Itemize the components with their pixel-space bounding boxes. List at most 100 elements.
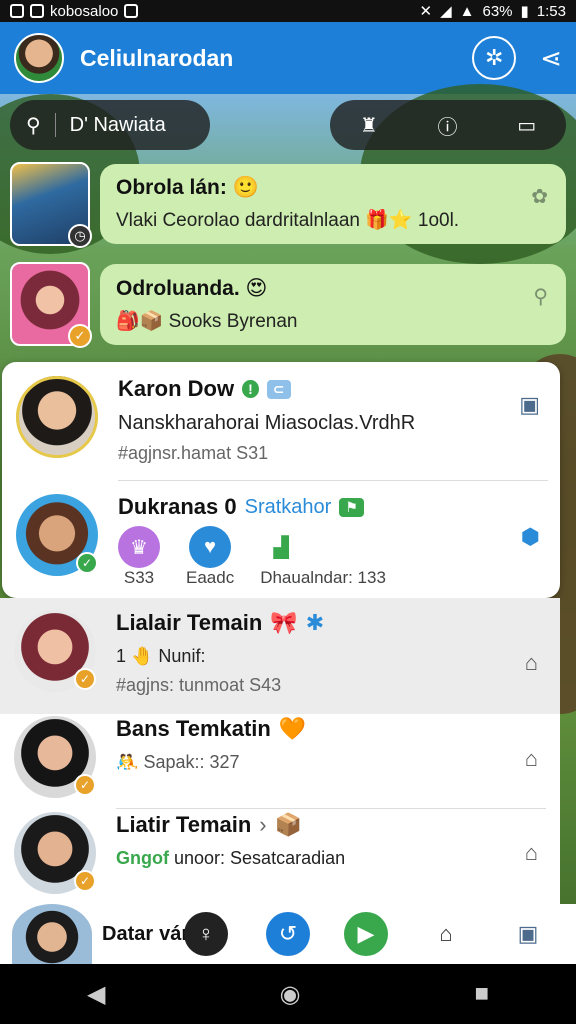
heart-icon: 🧡: [278, 716, 307, 741]
search-label: D' Nawiata: [69, 113, 166, 136]
verified-badge-icon: ✓: [74, 774, 96, 796]
bubble-row[interactable]: ✓ Odroluanda. 😍 🎒📦 Sooks Byrenan ⚲: [10, 262, 566, 348]
message-icon: [124, 4, 139, 18]
refresh-icon: ↺: [278, 921, 298, 946]
gift-icon: 🎁⭐: [365, 210, 413, 231]
notification-icon: [10, 4, 24, 18]
bubble-title: Odroluanda.: [116, 276, 240, 300]
bubble-emoji: 😍: [245, 276, 268, 300]
time-badge-icon: ◷: [68, 224, 92, 248]
home-icon[interactable]: ⌂: [525, 746, 538, 772]
link-icon: ⊂: [266, 379, 291, 399]
send-button[interactable]: ▶: [344, 912, 388, 956]
avatar: ✓: [14, 610, 96, 692]
bottom-label: Datar: [102, 922, 154, 945]
pin-icon[interactable]: ⬢: [521, 524, 540, 550]
gallery-icon: ▣: [517, 921, 539, 946]
gallery-button[interactable]: ▣: [506, 912, 550, 956]
contact-subtitle: 1 🤚 Nunif:: [116, 646, 206, 666]
avatar: ✓: [16, 494, 98, 576]
badge-icon: ♛: [118, 526, 160, 568]
verified-badge-icon: ✓: [68, 324, 92, 348]
contact-subtitle: Nanskharahorai Miasoclas.VrdhR: [118, 412, 416, 434]
bubble-text: Vlaki Ceorolao dardritalnlaan: [116, 210, 360, 231]
contact-list: ✓ Lialair Temain 🎀 ✱ 1 🤚 Nunif: #agjns: …: [0, 598, 560, 904]
stat-label: Eaadc: [186, 568, 235, 587]
contact-name: Bans Temkatin: [116, 716, 271, 741]
system-nav-bar: ◀ ◉ ■: [0, 964, 576, 1024]
location-icon[interactable]: ⚲: [533, 284, 548, 309]
avatar: ✓: [14, 812, 96, 894]
list-item[interactable]: ✓ Lialair Temain 🎀 ✱ 1 🤚 Nunif: #agjns: …: [0, 610, 556, 696]
highlight-card: Karon Dow ! ⊂ Nanskharahorai Miasoclas.V…: [2, 362, 560, 598]
info-icon[interactable]: ⓘ: [438, 111, 458, 140]
card-icon[interactable]: ▭: [517, 113, 536, 138]
home-icon[interactable]: ⌂: [525, 840, 538, 866]
pin-button[interactable]: ♀: [184, 912, 228, 956]
balloon-icon: ♀: [197, 921, 215, 946]
stat-value: Dhaualndar: 133: [260, 568, 386, 587]
clock: 1:53: [536, 2, 566, 20]
home-icon[interactable]: ⌂: [525, 650, 538, 676]
list-item[interactable]: ✓ Liatir Temain › 📦 Gngof unoor: Sesatca…: [0, 812, 556, 894]
app-title: Celiulnarodan: [80, 44, 234, 71]
user-avatar[interactable]: [12, 904, 92, 964]
filter-icon[interactable]: ♜: [360, 113, 378, 138]
box-icon: 📦: [274, 812, 303, 837]
flag-icon: ⚑: [339, 497, 364, 517]
call-button[interactable]: ↺: [266, 912, 310, 956]
verified-badge-icon: ✓: [74, 870, 96, 892]
message-bubble[interactable]: Odroluanda. 😍 🎒📦 Sooks Byrenan ⚲: [100, 263, 566, 345]
clover-icon[interactable]: ✿: [531, 184, 548, 209]
wifi-icon: ◢: [440, 3, 452, 20]
bubble-extra: 1o0l.: [417, 210, 460, 231]
list-item[interactable]: Karon Dow ! ⊂ Nanskharahorai Miasoclas.V…: [2, 376, 558, 464]
carrier-label: kobosaloo: [50, 2, 119, 20]
verified-badge-icon: ✓: [74, 668, 96, 690]
tool-strip: ♜ ⓘ ▭: [330, 100, 566, 150]
badge-count: S33: [123, 568, 155, 587]
contact-name: Karon Dow: [118, 376, 235, 401]
bubble-text: Sooks Byrenan: [168, 310, 298, 332]
contact-subtitle: Sapak:: 327: [143, 752, 240, 772]
battery-percent: 63%: [482, 2, 513, 20]
app-notification-icon: [30, 4, 44, 18]
compass-button[interactable]: ✲: [472, 36, 517, 80]
contact-thumbnail: ✓: [10, 262, 92, 348]
star-icon: ✱: [305, 610, 325, 635]
search-bar[interactable]: ⚲ D' Nawiata: [10, 100, 210, 150]
tag-label: Sratkahor: [244, 495, 332, 518]
signal-icon: ▲: [459, 2, 475, 20]
contact-name: Lialair Temain: [116, 610, 263, 635]
contact-name: Dukranas 0: [118, 494, 237, 519]
shield-icon: ♥: [189, 526, 232, 568]
message-bubble[interactable]: Obrola lán: 🙂 Vlaki Ceorolao dardritalnl…: [100, 164, 566, 244]
box-icon: 🎒📦: [116, 310, 164, 332]
chevron-right-icon: ›: [259, 812, 267, 837]
bubble-row[interactable]: ◷ Obrola lán: 🙂 Vlaki Ceorolao dardrital…: [10, 162, 566, 248]
chart-icon: ▟: [273, 536, 289, 559]
contact-subtitle: unoor: Sesatcaradian: [174, 848, 346, 868]
home-button-icon[interactable]: ◉: [279, 980, 300, 1009]
bottom-toolbar: Datar ván ♀ ↺ ▶ ⌂ ▣: [0, 904, 576, 964]
bubble-title: Obrola lán:: [116, 176, 227, 199]
check-badge-icon: ✓: [76, 552, 98, 574]
game-thumbnail: ◷: [10, 162, 92, 248]
avatar: [16, 376, 98, 458]
people-icon: 🤼: [116, 752, 139, 772]
back-icon[interactable]: ◀: [87, 980, 105, 1009]
status-bar: kobosaloo ✕ ◢ ▲ 63% ▮ 1:53: [0, 0, 576, 22]
send-icon: ▶: [357, 921, 375, 946]
image-icon[interactable]: ▣: [519, 392, 540, 418]
prefix-label: Gngof: [116, 848, 169, 868]
battery-icon: ▮: [520, 3, 529, 20]
contact-meta: #agjnsr.hamat S31: [118, 443, 269, 463]
tag-button[interactable]: ⌂: [424, 912, 468, 956]
list-item[interactable]: ✓ Bans Temkatin 🧡 🤼 Sapak:: 327 ⌂: [0, 716, 556, 798]
recents-icon[interactable]: ■: [474, 980, 489, 1008]
share-button[interactable]: ⋖: [540, 43, 562, 74]
mute-icon: ✕: [419, 3, 433, 20]
heart-icon: 🎀: [270, 610, 298, 635]
list-item[interactable]: ✓ Dukranas 0 Sratkahor ⚑ ♛ S33 ♥ Eaadc ▟: [2, 494, 558, 588]
profile-avatar[interactable]: [14, 33, 64, 83]
